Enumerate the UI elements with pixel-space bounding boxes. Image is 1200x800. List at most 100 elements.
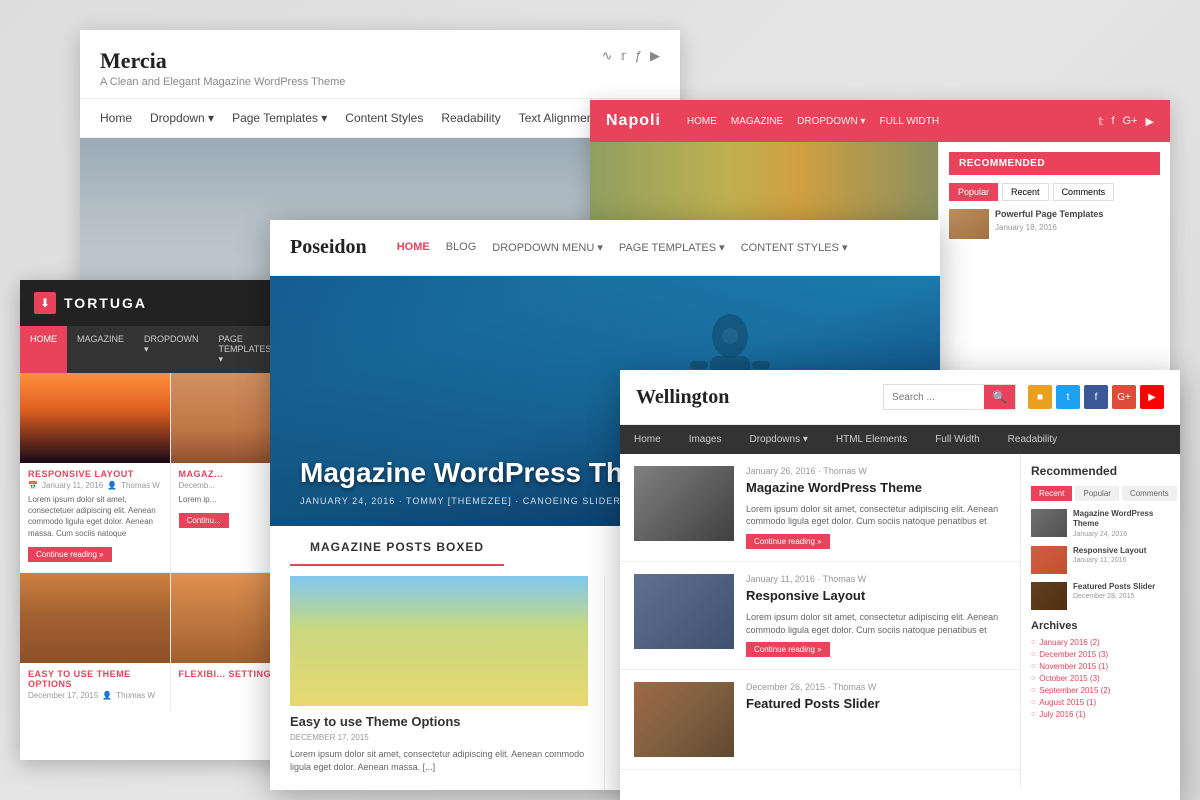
napoli-tab-recent[interactable]: Recent xyxy=(1002,183,1049,201)
napoli-social: 𝕥 f G+ ▶ xyxy=(1098,115,1154,128)
wellington-search-button[interactable]: 🔍 xyxy=(984,385,1015,409)
tortuga-nav-magazine[interactable]: MAGAZINE xyxy=(67,326,134,373)
wellington-search[interactable]: 🔍 xyxy=(883,384,1016,410)
wellington-tab-recent[interactable]: Recent xyxy=(1031,486,1072,501)
wellington-article-2: January 11, 2016 · Thomas W Responsive L… xyxy=(620,562,1020,670)
poseidon-hero-text: Magazine WordPress The... JANUARY 24, 20… xyxy=(300,456,662,506)
wellington-search-input[interactable] xyxy=(884,387,984,408)
wellington-archive-aug-2015[interactable]: August 2015 (1) xyxy=(1031,698,1170,707)
poseidon-nav-blog[interactable]: BLOG xyxy=(446,241,477,254)
wellington-sidebar-thumb-img-1 xyxy=(1031,509,1067,537)
napoli-nav-magazine[interactable]: MAGAZINE xyxy=(731,116,783,127)
mercia-nav-text-alignment[interactable]: Text Alignment xyxy=(519,111,597,125)
wellington-article-1-text: Lorem ipsum dolor sit amet, consectetur … xyxy=(746,503,1006,528)
napoli-nav-dropdown[interactable]: DROPDOWN ▾ xyxy=(797,116,865,127)
wellington-tab-comments[interactable]: Comments xyxy=(1122,486,1177,501)
napoli-sidebar-thumb-1 xyxy=(949,209,989,239)
wellington-article-3: December 26, 2015 · Thomas W Featured Po… xyxy=(620,670,1020,770)
wellington-sidebar-post-title-2: Responsive Layout xyxy=(1073,546,1170,556)
wellington-sidebar-post-info-1: Magazine WordPress Theme January 24, 201… xyxy=(1073,509,1170,538)
mercia-nav-page-templates[interactable]: Page Templates ▾ xyxy=(232,111,327,125)
tortuga-card-1-text: Lorem ipsum dolor sit amet, consectetuer… xyxy=(20,490,170,543)
poseidon-section-title: MAGAZINE POSTS BOXED xyxy=(290,526,504,566)
tortuga-card-2-readmore[interactable]: Continu... xyxy=(179,513,229,528)
wellington-bike-img xyxy=(634,466,734,541)
wellington-hockey-img xyxy=(634,574,734,649)
wellington-sidebar-thumb-1 xyxy=(1031,509,1067,537)
wellington-sidebar-tabs[interactable]: Recent Popular Comments xyxy=(1031,486,1170,501)
wellington-rss-icon[interactable]: ■ xyxy=(1028,385,1052,409)
wellington-nav-home[interactable]: Home xyxy=(620,425,675,454)
wellington-article-1-img xyxy=(634,466,734,541)
tortuga-user-icon: 👤 xyxy=(107,481,117,490)
napoli-nav-items: HOME MAGAZINE DROPDOWN ▾ FULL WIDTH xyxy=(687,116,939,127)
wellington-archive-dec-2015[interactable]: December 2015 (3) xyxy=(1031,650,1170,659)
poseidon-hero-meta: JANUARY 24, 2016 · TOMMY [THEMEZEE] · CA… xyxy=(300,496,662,506)
wellington-nav-html-elements[interactable]: HTML Elements xyxy=(822,425,921,454)
napoli-tabs[interactable]: Popular Recent Comments xyxy=(949,183,1160,201)
tortuga-calendar-icon: 📅 xyxy=(28,481,38,490)
mercia-nav-readability[interactable]: Readability xyxy=(441,111,500,125)
napoli-nav-home[interactable]: HOME xyxy=(687,116,717,127)
wellington-sidebar-post-1: Magazine WordPress Theme January 24, 201… xyxy=(1031,509,1170,538)
napoli-nav[interactable]: Napoli HOME MAGAZINE DROPDOWN ▾ FULL WID… xyxy=(590,100,1170,142)
tortuga-card-1-date: January 11, 2016 xyxy=(42,481,103,490)
poseidon-nav-page-templates[interactable]: PAGE TEMPLATES ▾ xyxy=(619,241,725,254)
wellington-nav-dropdowns[interactable]: Dropdowns ▾ xyxy=(735,425,821,454)
wellington-youtube-icon[interactable]: ▶ xyxy=(1140,385,1164,409)
poseidon-main-post-title: Easy to use Theme Options xyxy=(290,714,588,729)
wellington-article-2-readmore[interactable]: Continue reading » xyxy=(746,642,830,657)
tortuga-brand: TORTUGA xyxy=(64,295,147,311)
wellington-facebook-icon[interactable]: f xyxy=(1084,385,1108,409)
wellington-nav[interactable]: Home Images Dropdowns ▾ HTML Elements Fu… xyxy=(620,425,1180,454)
mercia-nav-dropdown[interactable]: Dropdown ▾ xyxy=(150,111,214,125)
wellington-archive-sep-2015[interactable]: September 2015 (2) xyxy=(1031,686,1170,695)
wellington-google-icon[interactable]: G+ xyxy=(1112,385,1136,409)
tortuga-card-1-readmore[interactable]: Continue reading » xyxy=(28,547,112,562)
poseidon-hero-title: Magazine WordPress The... xyxy=(300,456,662,490)
wellington-sidebar-post-3: Featured Posts Slider December 28, 2015 xyxy=(1031,582,1170,610)
wellington-archive-oct-2015[interactable]: October 2015 (3) xyxy=(1031,674,1170,683)
napoli-tab-comments[interactable]: Comments xyxy=(1053,183,1115,201)
mercia-twitter-icon: 𝕣 xyxy=(620,48,626,64)
tortuga-card-2-date: Decemb... xyxy=(179,481,215,490)
tortuga-card-1: RESPONSIVE LAYOUT 📅 January 11, 2016 👤 T… xyxy=(20,373,170,572)
wellington-sidebar-thumb-3 xyxy=(1031,582,1067,610)
mercia-social: ∿ 𝕣 ƒ ▶ xyxy=(602,48,660,64)
wellington-archive-label-3: November 2015 (1) xyxy=(1039,662,1108,671)
wellington-sidebar-post-date-1: January 24, 2016 xyxy=(1073,531,1170,538)
wellington-twitter-icon[interactable]: t xyxy=(1056,385,1080,409)
wellington-tab-popular[interactable]: Popular xyxy=(1075,486,1119,501)
mercia-nav-content-styles[interactable]: Content Styles xyxy=(345,111,423,125)
wellington-window: Wellington 🔍 ■ t f G+ ▶ Home Images Drop… xyxy=(620,370,1180,800)
wellington-article-1: January 26, 2016 · Thomas W Magazine Wor… xyxy=(620,454,1020,562)
tortuga-nav-dropdown[interactable]: DROPDOWN ▾ xyxy=(134,326,209,373)
poseidon-nav-content-styles[interactable]: CONTENT STYLES ▾ xyxy=(741,241,848,254)
poseidon-nav-home[interactable]: HOME xyxy=(397,241,430,254)
wellington-nav-full-width[interactable]: Full Width xyxy=(921,425,993,454)
napoli-recommended-title: RECOMMENDED xyxy=(949,152,1160,175)
wellington-article-3-meta: December 26, 2015 · Thomas W xyxy=(746,682,1006,692)
mercia-nav-home[interactable]: Home xyxy=(100,111,132,125)
tortuga-nav-home[interactable]: HOME xyxy=(20,326,67,373)
napoli-tab-popular[interactable]: Popular xyxy=(949,183,998,201)
poseidon-main-post: Easy to use Theme Options DECEMBER 17, 2… xyxy=(290,576,605,790)
poseidon-nav-dropdown[interactable]: DROPDOWN MENU ▾ xyxy=(492,241,603,254)
wellington-archive-jan-2016[interactable]: January 2016 (2) xyxy=(1031,638,1170,647)
napoli-twitter-icon: 𝕥 xyxy=(1098,115,1103,128)
wellington-article-3-body: December 26, 2015 · Thomas W Featured Po… xyxy=(746,682,1006,719)
wellington-brand: Wellington xyxy=(636,386,871,409)
mercia-tagline: A Clean and Elegant Magazine WordPress T… xyxy=(100,76,660,88)
napoli-nav-fullwidth[interactable]: FULL WIDTH xyxy=(879,116,939,127)
wellington-article-1-readmore[interactable]: Continue reading » xyxy=(746,534,830,549)
wellington-nav-images[interactable]: Images xyxy=(675,425,736,454)
tortuga-card-3-date: December 17, 2015 xyxy=(28,691,98,700)
wellington-archive-jul-2016[interactable]: July 2016 (1) xyxy=(1031,710,1170,719)
wellington-archive-nov-2015[interactable]: November 2015 (1) xyxy=(1031,662,1170,671)
tortuga-card-3: EASY TO USE THEME OPTIONS December 17, 2… xyxy=(20,573,170,710)
wellington-nav-readability[interactable]: Readability xyxy=(994,425,1071,454)
poseidon-nav[interactable]: HOME BLOG DROPDOWN MENU ▾ PAGE TEMPLATES… xyxy=(397,241,848,254)
napoli-sidebar-post-date-1: January 18, 2016 xyxy=(995,223,1160,232)
mercia-rss-icon: ∿ xyxy=(602,48,613,64)
wellington-archive-label-1: January 2016 (2) xyxy=(1039,638,1099,647)
